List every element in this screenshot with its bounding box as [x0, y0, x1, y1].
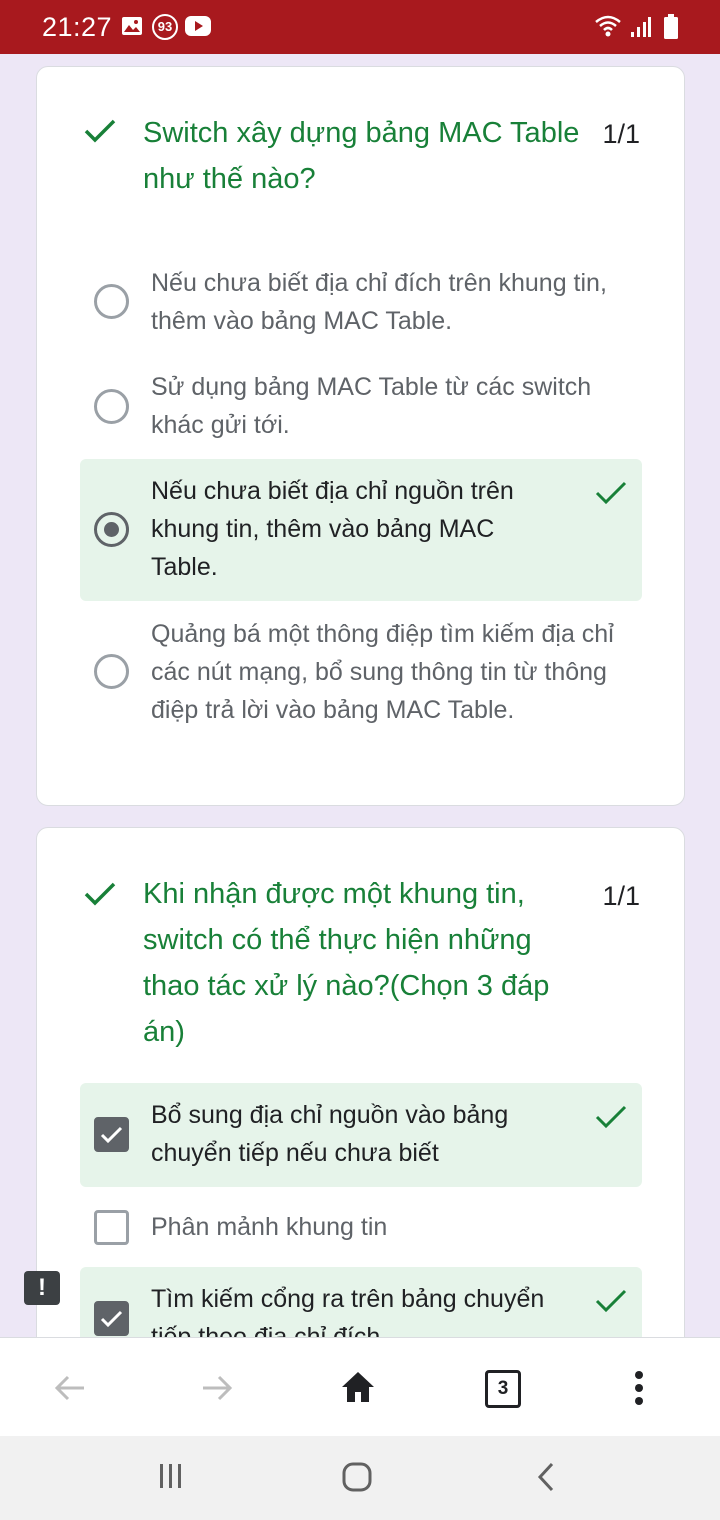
- option-label: Sử dụng bảng MAC Table từ các switch khá…: [151, 373, 592, 439]
- form-content[interactable]: Switch xây dựng bảng MAC Table như thế n…: [0, 54, 720, 1337]
- notification-count-icon: 93: [152, 14, 178, 40]
- option-label: Bổ sung địa chỉ nguồn vào bảng chuyển ti…: [151, 1101, 509, 1167]
- question-title: Switch xây dựng bảng MAC Table như thế n…: [143, 117, 580, 195]
- correct-answer-check-icon: [594, 1287, 628, 1320]
- gallery-icon: [121, 16, 143, 41]
- report-problem-icon[interactable]: !: [24, 1271, 60, 1305]
- correct-check-icon: [83, 117, 117, 150]
- status-bar: 21:27 93: [0, 0, 720, 54]
- home-icon[interactable]: [340, 1370, 376, 1409]
- question-card: Khi nhận được một khung tin, switch có t…: [36, 827, 685, 1337]
- radio-option[interactable]: Sử dụng bảng MAC Table từ các switch khá…: [80, 362, 642, 450]
- back-icon[interactable]: [536, 1462, 556, 1497]
- tab-switcher-icon[interactable]: 3: [485, 1370, 521, 1408]
- correct-answer-check-icon: [594, 479, 628, 512]
- status-time: 21:27: [42, 12, 113, 42]
- recent-apps-icon[interactable]: [158, 1463, 184, 1494]
- question-score: 1/1: [602, 881, 640, 911]
- option-label: Nếu chưa biết địa chỉ đích trên khung ti…: [151, 269, 607, 335]
- checkbox-checked[interactable]: [94, 1117, 129, 1152]
- option-label: Tìm kiếm cổng ra trên bảng chuyển tiếp t…: [151, 1285, 545, 1337]
- browser-toolbar: 3: [0, 1337, 720, 1436]
- radio-button-selected[interactable]: [94, 512, 129, 547]
- question-card: Switch xây dựng bảng MAC Table như thế n…: [36, 66, 685, 806]
- radio-button[interactable]: [94, 284, 129, 319]
- home-button-icon[interactable]: [342, 1462, 372, 1497]
- radio-button[interactable]: [94, 389, 129, 424]
- correct-answer-check-icon: [594, 1103, 628, 1136]
- radio-option[interactable]: Quảng bá một thông điệp tìm kiếm địa chỉ…: [80, 613, 642, 735]
- forward-arrow-icon[interactable]: [201, 1374, 233, 1407]
- system-navigation-bar: [0, 1436, 720, 1520]
- checkbox-option-correct[interactable]: Bổ sung địa chỉ nguồn vào bảng chuyển ti…: [80, 1083, 642, 1187]
- question-title: Khi nhận được một khung tin, switch có t…: [143, 878, 550, 1048]
- signal-icon: [630, 16, 652, 43]
- option-label: Quảng bá một thông điệp tìm kiếm địa chỉ…: [151, 620, 614, 724]
- checkbox-option-correct[interactable]: Tìm kiếm cổng ra trên bảng chuyển tiếp t…: [80, 1267, 642, 1337]
- battery-icon: [664, 14, 678, 45]
- radio-option-correct[interactable]: Nếu chưa biết địa chỉ nguồn trên khung t…: [80, 459, 642, 601]
- back-arrow-icon[interactable]: [54, 1374, 86, 1407]
- correct-check-icon: [83, 880, 117, 913]
- checkbox-checked[interactable]: [94, 1301, 129, 1336]
- wifi-icon: [594, 14, 622, 43]
- youtube-icon: [185, 16, 211, 41]
- more-options-icon[interactable]: [634, 1370, 644, 1411]
- question-score: 1/1: [602, 119, 640, 149]
- radio-option[interactable]: Nếu chưa biết địa chỉ đích trên khung ti…: [80, 255, 642, 345]
- radio-button[interactable]: [94, 654, 129, 689]
- checkbox-option[interactable]: Phân mảnh khung tin: [80, 1200, 642, 1254]
- option-label: Nếu chưa biết địa chỉ nguồn trên khung t…: [151, 477, 514, 581]
- checkbox[interactable]: [94, 1210, 129, 1245]
- option-label: Phân mảnh khung tin: [151, 1213, 388, 1241]
